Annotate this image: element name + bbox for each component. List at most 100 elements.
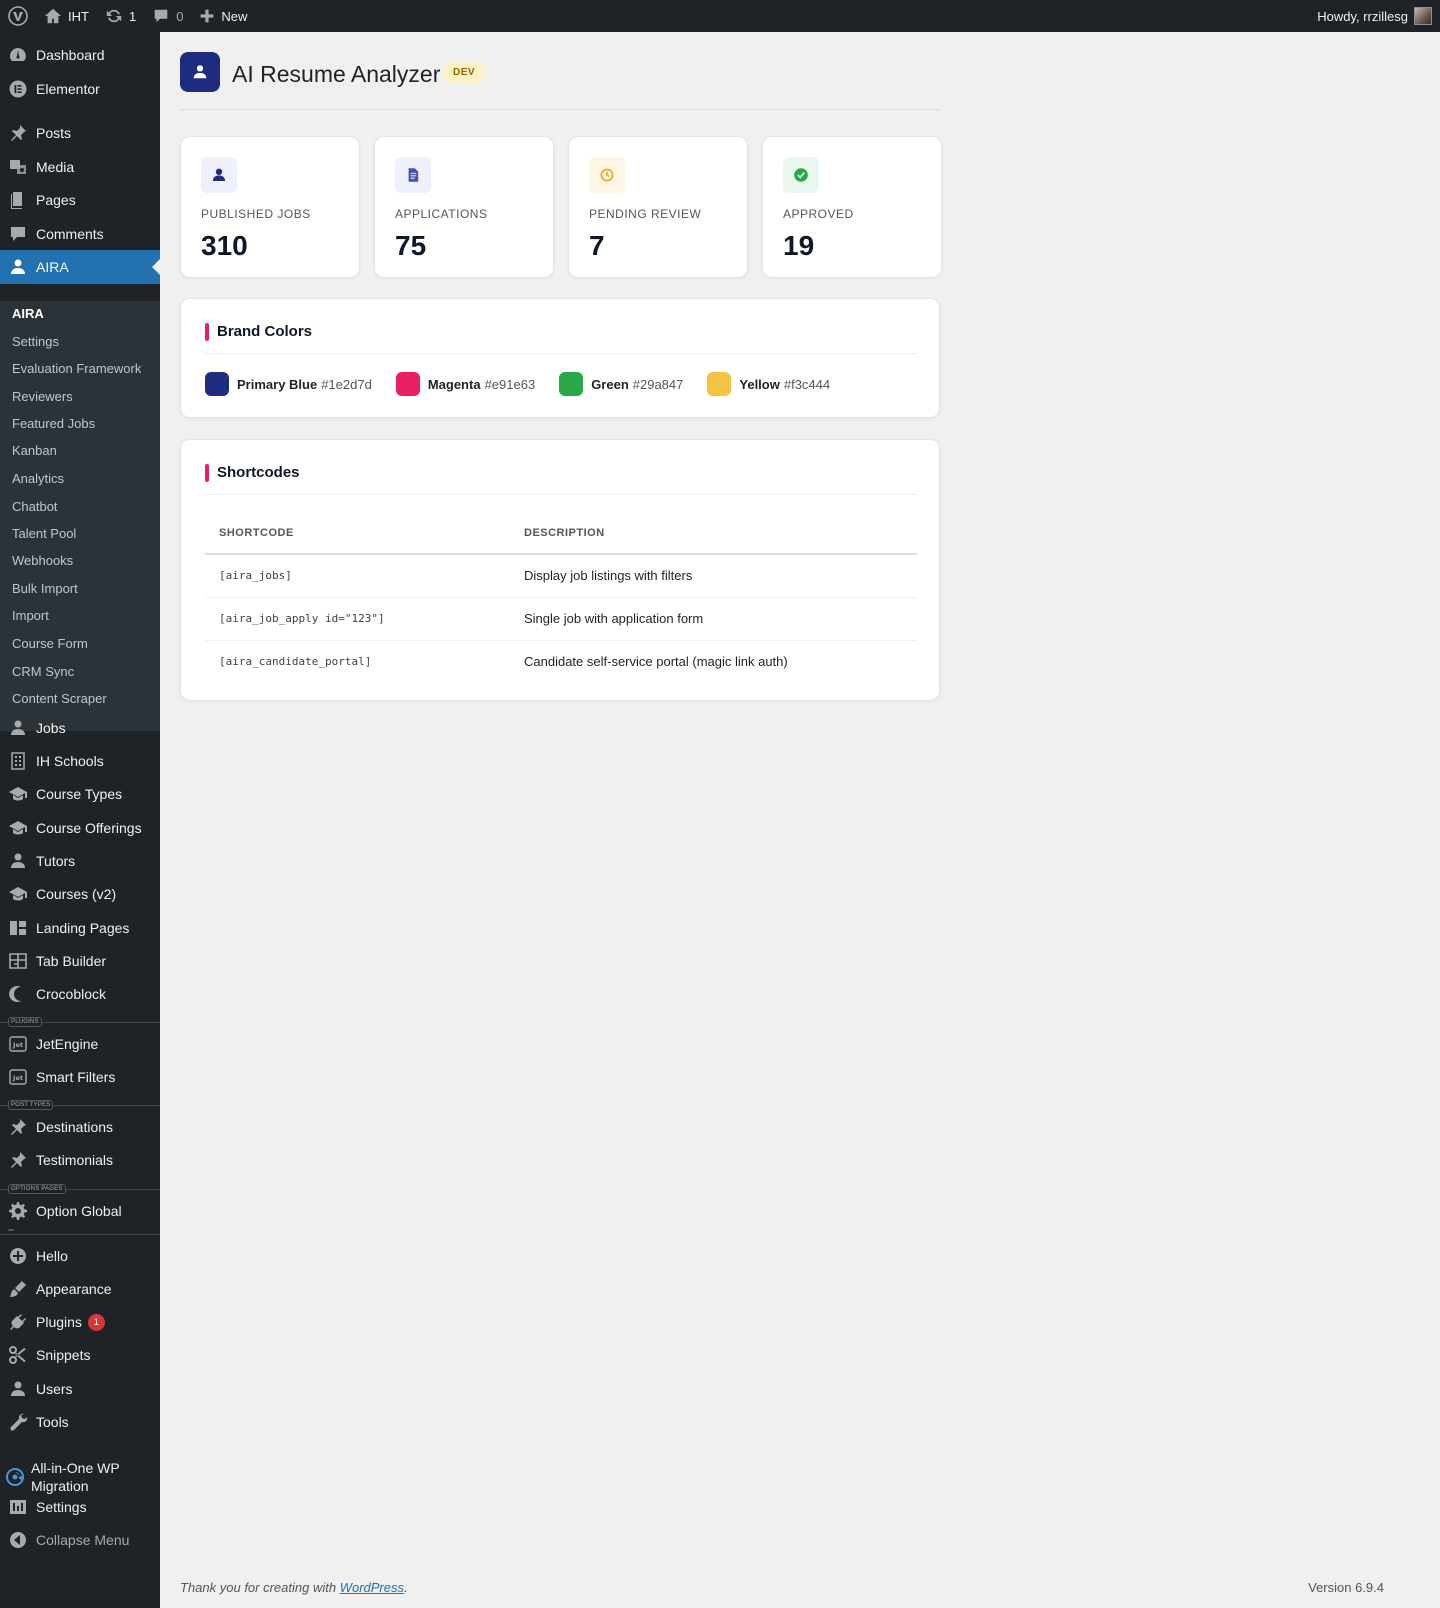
graduation-cap-icon [9,787,27,801]
admin-sidebar: AIRA Settings Evaluation Framework Reviewer… [0,32,160,1608]
sidebar-item-courses-v2[interactable]: Courses (v2) [0,877,160,911]
home-icon [44,8,62,24]
shortcode-cell[interactable]: [aira_job_apply id="123"] [205,597,510,641]
color-swatch-yellow: Yellow #f3c444 [707,372,830,396]
collapse-menu-label: Collapse Menu [36,1532,130,1548]
sidebar-item-testimonials[interactable]: Testimonials [0,1143,160,1177]
footer-thanks-text: Thank you for creating with [180,1580,340,1595]
submenu-item-bulk-import[interactable]: Bulk Import [12,581,78,596]
plugin-icon [10,1314,26,1330]
sidebar-item-landing-pages[interactable]: Landing Pages [0,911,160,945]
submenu-item-aira[interactable]: AIRA [12,306,44,321]
new-content-link[interactable]: New [191,0,255,32]
updates-count: 1 [128,8,137,24]
jet-icon: Jet [9,1069,27,1085]
sidebar-item-option-global[interactable]: Option Global [0,1194,160,1228]
sidebar-item-course-offerings[interactable]: Course Offerings [0,811,160,845]
color-name: Yellow [739,376,780,392]
sidebar-item-tutors[interactable]: Tutors [0,844,160,878]
sidebar-icon [0,851,36,871]
sidebar-item-jetengine[interactable]: Jet JetEngine [0,1027,160,1061]
user-icon [212,168,226,181]
sidebar-item-tools[interactable]: Tools [0,1405,160,1439]
aira-submenu: AIRA Settings Evaluation Framework Reviewer… [0,301,160,731]
sidebar-item-label: Tab Builder [36,953,107,969]
description-cell: Display job listings with filters [510,554,917,598]
shortcode-cell[interactable]: [aira_jobs] [205,554,510,598]
sidebar-item-media[interactable]: Media [0,150,160,184]
submenu-item-course-form[interactable]: Course Form [12,636,88,651]
sidebar-item-posts[interactable]: Posts [0,116,160,150]
color-chip [205,372,229,396]
submenu-item-kanban[interactable]: Kanban [12,443,57,458]
sidebar-item-hello[interactable]: Hello [0,1239,160,1273]
site-name-link[interactable]: IHT [36,0,97,32]
avatar [1414,7,1432,25]
sidebar-icon [0,1467,31,1487]
sidebar-item-dashboard[interactable]: Dashboard [0,38,160,72]
section-label: PLUGINS [8,1017,42,1027]
submenu-item-webhooks[interactable]: Webhooks [12,553,73,568]
sidebar-item-label: Hello [36,1248,68,1264]
submenu-item-featured-jobs[interactable]: Featured Jobs [12,416,95,431]
updates-link[interactable]: 1 [97,0,144,32]
sidebar-item-comments[interactable]: Comments [0,217,160,251]
sidebar-item-crocoblock[interactable]: Crocoblock [0,977,160,1011]
sidebar-item-aira[interactable]: AIRA [0,250,160,284]
submenu-item-reviewers[interactable]: Reviewers [12,389,73,404]
brush-icon [10,1281,26,1297]
color-hex: #e91e63 [484,376,536,392]
sidebar-item-users[interactable]: Users [0,1372,160,1406]
sidebar-item-label: Crocoblock [36,986,107,1002]
app-logo [180,52,220,92]
sidebar-item-label: Testimonials [36,1152,114,1168]
sidebar-item-plugins[interactable]: Plugins 1 [0,1305,160,1339]
main-content: AI Resume Analyzer DEV PUBLISHED JOBS 310… [160,32,1440,1608]
sidebar-item-settings[interactable]: Settings [0,1490,160,1524]
sidebar-item-label: Posts [36,125,72,141]
sidebar-item-elementor[interactable]: Elementor [0,72,160,106]
pages-icon [11,192,22,209]
section-label [8,1229,14,1231]
sidebar-item-jobs[interactable]: Jobs [0,711,160,745]
sidebar-item-pages[interactable]: Pages [0,183,160,217]
sidebar-item-tab-builder[interactable]: Tab Builder [0,944,160,978]
stat-label: PUBLISHED JOBS [201,207,311,221]
sidebar-item-appearance[interactable]: Appearance [0,1272,160,1306]
submenu-item-import[interactable]: Import [12,608,49,623]
wordpress-link[interactable]: WordPress [340,1580,404,1595]
sidebar-item-destinations[interactable]: Destinations [0,1110,160,1144]
pin-icon [11,1119,26,1135]
color-name: Primary Blue [237,376,318,392]
submenu-item-evaluation-framework[interactable]: Evaluation Framework [12,361,141,376]
sidebar-item-ih-schools[interactable]: IH Schools [0,744,160,778]
submenu-item-content-scraper[interactable]: Content Scraper [12,691,107,706]
color-swatch-primary-blue: Primary Blue #1e2d7d [205,372,372,396]
submenu-item-talent-pool[interactable]: Talent Pool [12,526,76,541]
collapse-icon [10,1532,26,1548]
submenu-item-analytics[interactable]: Analytics [12,471,64,486]
shortcode-cell[interactable]: [aira_candidate_portal] [205,640,510,683]
description-cell: Candidate self-service portal (magic lin… [524,654,788,670]
migration-icon [6,1468,25,1486]
sidebar-icon [0,818,36,838]
submenu-item-chatbot[interactable]: Chatbot [12,499,58,514]
wp-logo-button[interactable] [0,0,36,32]
sidebar-item-label: IH Schools [36,753,104,769]
collapse-menu-button[interactable]: Collapse Menu [0,1523,160,1557]
sidebar-item-label: Landing Pages [36,920,130,936]
sidebar-item-label: Courses (v2) [36,886,117,902]
column-header-shortcode: SHORTCODE [205,512,510,555]
sidebar-item-course-types[interactable]: Course Types [0,777,160,811]
color-chip [707,372,732,396]
comments-link[interactable]: 0 [144,0,191,32]
my-account[interactable]: Howdy, rrzillesg [1317,7,1440,25]
sidebar-icon [0,257,36,277]
submenu-item-crm-sync[interactable]: CRM Sync [12,664,74,679]
sidebar-item-smart-filters[interactable]: Jet Smart Filters [0,1060,160,1094]
stat-label: PENDING REVIEW [589,207,702,221]
submenu-item-settings[interactable]: Settings [12,334,59,349]
section-label: OPTIONS PAGES [8,1184,66,1194]
sidebar-item-snippets[interactable]: Snippets [0,1338,160,1372]
sidebar-icon [0,951,36,971]
